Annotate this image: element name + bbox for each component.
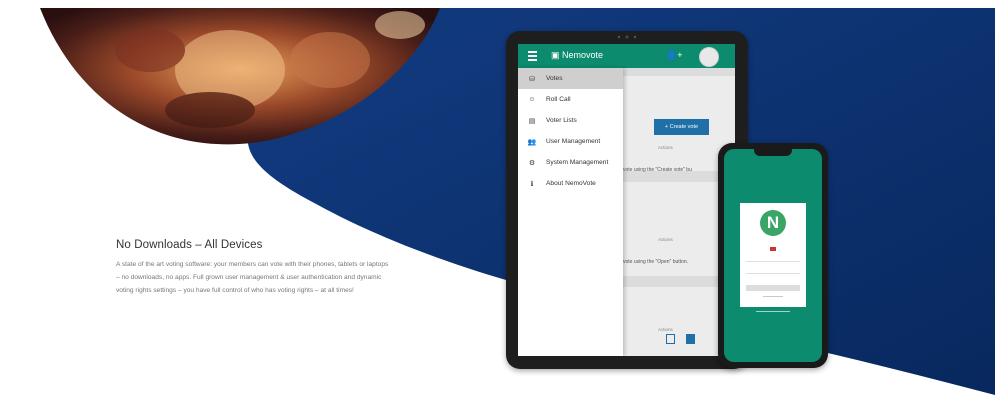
hint-text: vote using the "Open" button. [623,259,688,265]
menu-item-label: About NemoVote [546,180,596,187]
phone-footer [756,311,790,312]
menu-item-roll-call[interactable]: ☺ Roll Call [518,89,623,110]
actions-label: Actions [658,145,673,150]
create-vote-button[interactable]: + Create vote [654,119,709,135]
feature-copy: No Downloads – All Devices A state of th… [116,239,391,298]
avatar[interactable] [699,47,719,67]
add-user-icon[interactable]: 👤+ [666,50,682,61]
phone-notch [754,149,792,156]
app-header: ▣ Nemovote 👤+ [518,44,735,68]
nemovote-logo: N [760,210,786,236]
feature-heading: No Downloads – All Devices [116,239,263,251]
app-logo: ▣ Nemovote [551,50,604,60]
nav-drawer: ⛁ Votes ☺ Roll Call ▤ Voter Lists 👥 User Manage… [518,68,623,356]
phone-mockup: N [718,143,828,368]
login-button[interactable] [746,285,800,291]
menu-item-user-management[interactable]: 👥 User Management [518,131,623,152]
chart-icon[interactable] [686,334,695,344]
camera-dots [617,35,637,39]
hint-text: vote using the "Create vote" bu [623,167,692,173]
feature-description: A state of the art voting software: your… [116,261,389,295]
hamburger-icon[interactable] [528,51,537,61]
users-icon: 👥 [527,138,537,146]
tablet-mockup: + Create vote Actions vote using the "Cr… [506,31,748,369]
feature-section: No Downloads – All Devices A state of th… [0,0,995,408]
password-field[interactable] [746,273,800,274]
username-field[interactable] [746,261,800,262]
ballot-icon: ⛁ [529,75,535,83]
menu-item-label: User Management [546,138,601,145]
menu-item-label: Roll Call [546,96,571,103]
menu-item-about-nemovote[interactable]: ℹ About NemoVote [518,173,623,194]
tablet-screen: + Create vote Actions vote using the "Cr… [518,44,735,356]
background-art [40,8,995,395]
app-name: Nemovote [562,50,604,60]
roll-call-icon: ☺ [528,96,536,103]
gear-icon: ⚙ [528,159,536,167]
list-icon: ▤ [528,117,536,125]
flag-icon[interactable] [770,247,776,251]
menu-item-label: System Management [546,159,609,166]
menu-item-label: Votes [546,75,563,82]
actions-label: Actions [658,237,673,242]
login-card: N [740,203,806,307]
info-icon: ℹ [530,180,534,188]
menu-item-label: Voter Lists [546,117,577,124]
forgot-password-link[interactable] [763,296,783,297]
menu-item-voter-lists[interactable]: ▤ Voter Lists [518,110,623,131]
menu-item-system-management[interactable]: ⚙ System Management [518,152,623,173]
actions-label: Actions [658,327,673,332]
copy-icon[interactable] [666,334,675,344]
menu-item-votes[interactable]: ⛁ Votes [518,68,623,89]
phone-screen: N [724,149,822,362]
